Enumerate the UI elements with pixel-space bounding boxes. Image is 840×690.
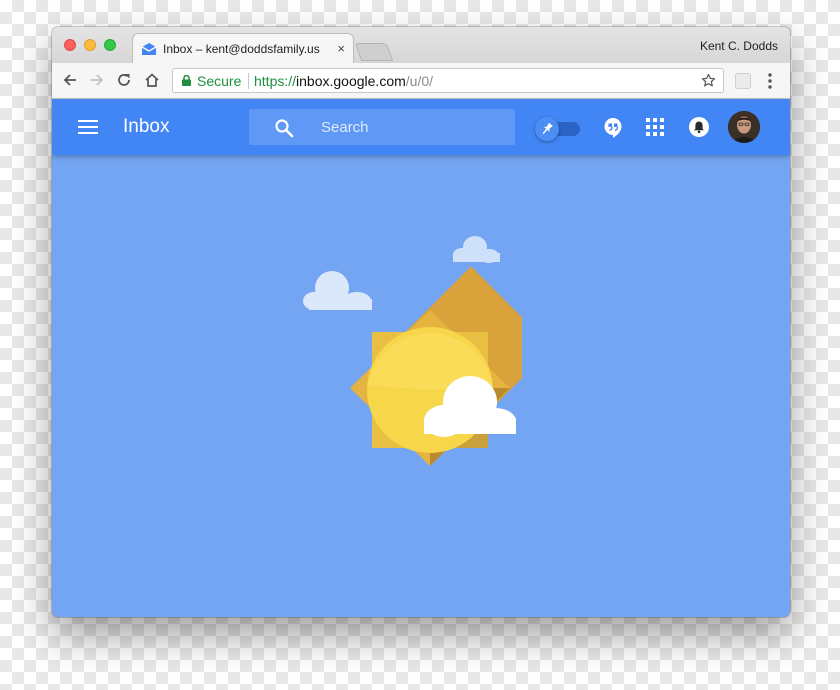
- pin-toggle[interactable]: [534, 117, 582, 141]
- tab-close-icon[interactable]: ×: [337, 41, 345, 56]
- search-input[interactable]: Search: [321, 119, 369, 136]
- lock-icon: [182, 75, 191, 86]
- browser-toolbar: Secure https://inbox.google.com/u/0/: [52, 63, 790, 99]
- url-path: /u/0/: [405, 73, 434, 89]
- inbox-zero-area: [52, 155, 790, 617]
- search-icon[interactable]: [274, 118, 294, 138]
- url-scheme: https://: [254, 73, 297, 89]
- bell-icon[interactable]: [689, 117, 709, 137]
- hangouts-icon[interactable]: [603, 117, 623, 139]
- minimize-window-button[interactable]: [84, 39, 96, 51]
- address-bar[interactable]: Secure https://inbox.google.com/u/0/: [172, 68, 724, 93]
- tab-strip: Inbox – kent@doddsfamily.us × Kent C. Do…: [52, 27, 790, 64]
- url-text[interactable]: https://inbox.google.com/u/0/: [254, 73, 433, 89]
- reload-icon[interactable]: [115, 71, 133, 89]
- maximize-window-button[interactable]: [104, 39, 116, 51]
- menu-icon[interactable]: [766, 72, 774, 90]
- inbox-favicon-icon: [141, 43, 157, 55]
- hamburger-icon[interactable]: [78, 119, 98, 135]
- app-title[interactable]: Inbox: [123, 116, 169, 138]
- close-window-button[interactable]: [64, 39, 76, 51]
- new-tab-button[interactable]: [354, 43, 394, 61]
- forward-icon[interactable]: [88, 71, 106, 89]
- tab-inbox[interactable]: Inbox – kent@doddsfamily.us ×: [132, 33, 354, 64]
- cloud-medium-icon: [303, 271, 372, 310]
- omnibox-separator: [248, 73, 249, 89]
- browser-window: Inbox – kent@doddsfamily.us × Kent C. Do…: [52, 27, 790, 617]
- avatar[interactable]: [728, 111, 760, 143]
- security-label[interactable]: Secure: [197, 73, 241, 89]
- tab-title: Inbox – kent@doddsfamily.us: [163, 42, 320, 56]
- search-box[interactable]: Search: [249, 109, 515, 145]
- home-icon[interactable]: [143, 71, 161, 89]
- inbox-app-bar: Inbox Search: [52, 99, 790, 155]
- extension-icon[interactable]: [735, 73, 751, 89]
- url-host: inbox.google.com: [296, 73, 406, 89]
- profile-name[interactable]: Kent C. Dodds: [700, 39, 778, 53]
- pin-toggle-knob[interactable]: [535, 117, 559, 141]
- apps-grid-icon[interactable]: [646, 118, 664, 136]
- star-icon[interactable]: [700, 72, 717, 89]
- back-icon[interactable]: [61, 71, 79, 89]
- pin-icon: [542, 122, 553, 135]
- cloud-small-icon: [453, 236, 500, 263]
- avatar-photo: [728, 111, 760, 143]
- sun-and-clouds-illustration: [303, 236, 522, 466]
